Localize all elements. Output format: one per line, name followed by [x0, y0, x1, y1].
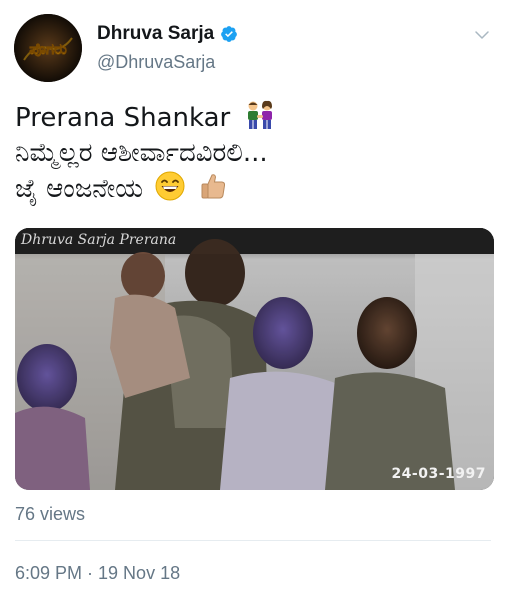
view-count: 76 views	[15, 504, 86, 524]
tweet-line-1: Prerana Shankar	[15, 100, 491, 136]
thumbs-up-emoji-icon	[201, 174, 225, 199]
tweet-line-3-text: ಜೈ ಆಂಜನೇಯ	[15, 174, 144, 204]
author-name[interactable]: Dhruva Sarja	[97, 23, 214, 45]
avatar-logo-text: ಪೊಗರು	[29, 40, 67, 58]
tweet-text: Prerana Shankar ನಿಮ್ಮೆಲ್ಲರ ಆಶೀರ್ವಾದವಿರಲಿ…	[15, 100, 491, 207]
video-title-overlay: Dhruva Sarja Prerana	[21, 232, 177, 248]
author-handle[interactable]: @DhruvaSarja	[97, 52, 238, 73]
avatar[interactable]: ಪೊಗರು	[14, 14, 82, 82]
avatar-image: ಪೊಗರು	[14, 14, 82, 82]
divider	[15, 540, 491, 541]
verified-badge-icon	[221, 26, 238, 42]
author-name-row: Dhruva Sarja	[97, 22, 238, 46]
tweet-timestamp[interactable]: 6:09 PM · 19 Nov 18	[15, 563, 180, 584]
grinning-face-emoji-icon	[155, 171, 185, 201]
tweet-line-2: ನಿಮ್ಮೆಲ್ಲರ ಆಶೀರ್ವಾದವಿರಲಿ...	[15, 138, 268, 168]
author-block: Dhruva Sarja @DhruvaSarja	[97, 22, 238, 73]
man-and-woman-holding-hands-emoji-icon	[247, 100, 272, 129]
video-date-overlay: 24-03-1997	[391, 466, 486, 482]
tweet-line-1-text: Prerana Shankar	[15, 103, 231, 133]
tweet-line-3: ಜೈ ಆಂಜನೇಯ	[15, 171, 491, 207]
video-frame-image	[15, 228, 494, 490]
tweet-video[interactable]: Dhruva Sarja Prerana 24-03-1997	[15, 228, 494, 490]
chevron-down-icon[interactable]	[473, 26, 491, 44]
